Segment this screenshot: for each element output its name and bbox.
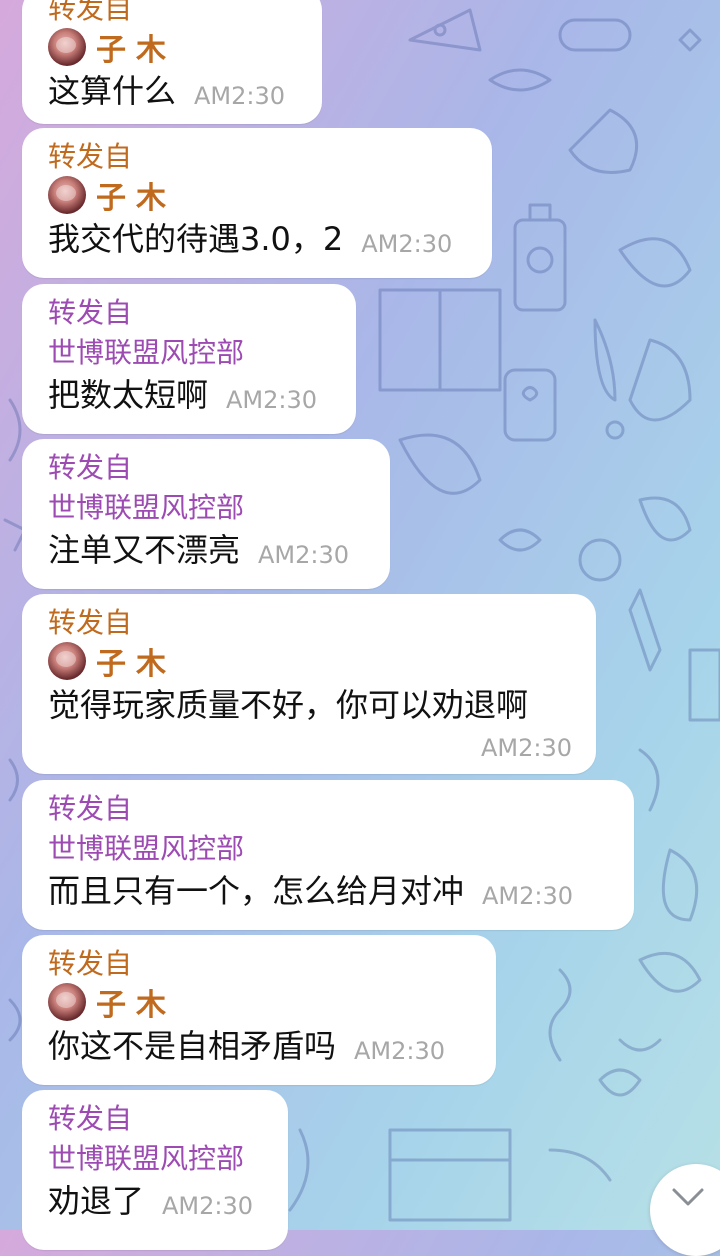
forwarded-label: 转发自 <box>48 0 133 25</box>
sender-name: 世博联盟风控部 <box>48 832 245 865</box>
message-text: 把数太短啊 <box>48 376 209 414</box>
message-text: 我交代的待遇3.0，2 <box>48 220 344 258</box>
avatar <box>48 642 86 680</box>
sender-name: 子木 <box>96 988 176 1023</box>
sender-name: 世博联盟风控部 <box>48 1142 245 1175</box>
forwarded-sender[interactable]: 子木 <box>48 641 572 682</box>
message-time: AM2:30 <box>162 1192 254 1220</box>
chevron-down-icon <box>672 1188 704 1206</box>
message-text: 你这不是自相矛盾吗 <box>48 1027 337 1065</box>
avatar <box>48 28 86 66</box>
message-bubble[interactable]: 转发自 子木 觉得玩家质量不好，你可以劝退啊 AM2:30 <box>22 594 596 774</box>
message-time: AM2:30 <box>354 1037 446 1065</box>
forwarded-sender[interactable]: 子木 <box>48 982 472 1023</box>
message-time: AM2:30 <box>361 230 453 258</box>
message-time: AM2:30 <box>480 734 572 762</box>
message-time: AM2:30 <box>194 82 286 110</box>
message-text: 注单又不漂亮 <box>48 531 241 569</box>
message-bubble[interactable]: 转发自 世博联盟风控部 注单又不漂亮 AM2:30 <box>22 439 390 589</box>
forwarded-label: 转发自 <box>48 792 133 825</box>
message-text: 这算什么 <box>48 72 177 110</box>
message-bubble[interactable]: 转发自 世博联盟风控部 劝退了 AM2:30 <box>22 1090 288 1250</box>
sender-name: 世博联盟风控部 <box>48 491 245 524</box>
sender-name: 子木 <box>96 33 176 68</box>
sender-name: 子木 <box>96 647 176 682</box>
chat-message-list[interactable]: 转发自 子木 这算什么 AM2:30 转发自 子木 我交代的待遇3.0，2 AM… <box>0 0 720 1256</box>
message-bubble[interactable]: 转发自 子木 你这不是自相矛盾吗 AM2:30 <box>22 935 496 1085</box>
forwarded-sender[interactable]: 子木 <box>48 27 298 68</box>
forwarded-sender[interactable]: 世博联盟风控部 <box>48 827 610 867</box>
avatar <box>48 983 86 1021</box>
message-bubble[interactable]: 转发自 世博联盟风控部 把数太短啊 AM2:30 <box>22 284 356 434</box>
forwarded-label: 转发自 <box>48 451 133 484</box>
forwarded-label: 转发自 <box>48 606 133 639</box>
forwarded-label: 转发自 <box>48 1102 133 1135</box>
message-text: 觉得玩家质量不好，你可以劝退啊 <box>48 686 529 724</box>
message-time: AM2:30 <box>258 541 350 569</box>
message-bubble[interactable]: 转发自 子木 我交代的待遇3.0，2 AM2:30 <box>22 128 492 278</box>
message-bubble[interactable]: 转发自 子木 这算什么 AM2:30 <box>22 0 322 124</box>
forwarded-sender[interactable]: 子木 <box>48 175 468 216</box>
forwarded-sender[interactable]: 世博联盟风控部 <box>48 486 366 526</box>
sender-name: 子木 <box>96 181 176 216</box>
forwarded-label: 转发自 <box>48 296 133 329</box>
message-bubble[interactable]: 转发自 世博联盟风控部 而且只有一个，怎么给月对冲 AM2:30 <box>22 780 634 930</box>
forwarded-label: 转发自 <box>48 947 133 980</box>
message-text: 劝退了 <box>48 1182 145 1220</box>
message-time: AM2:30 <box>226 386 318 414</box>
forwarded-label: 转发自 <box>48 140 133 173</box>
message-time: AM2:30 <box>482 882 574 910</box>
message-text: 而且只有一个，怎么给月对冲 <box>48 872 465 910</box>
sender-name: 世博联盟风控部 <box>48 336 245 369</box>
forwarded-sender[interactable]: 世博联盟风控部 <box>48 331 332 371</box>
avatar <box>48 176 86 214</box>
forwarded-sender[interactable]: 世博联盟风控部 <box>48 1137 264 1177</box>
scroll-to-bottom-button[interactable] <box>650 1164 720 1256</box>
